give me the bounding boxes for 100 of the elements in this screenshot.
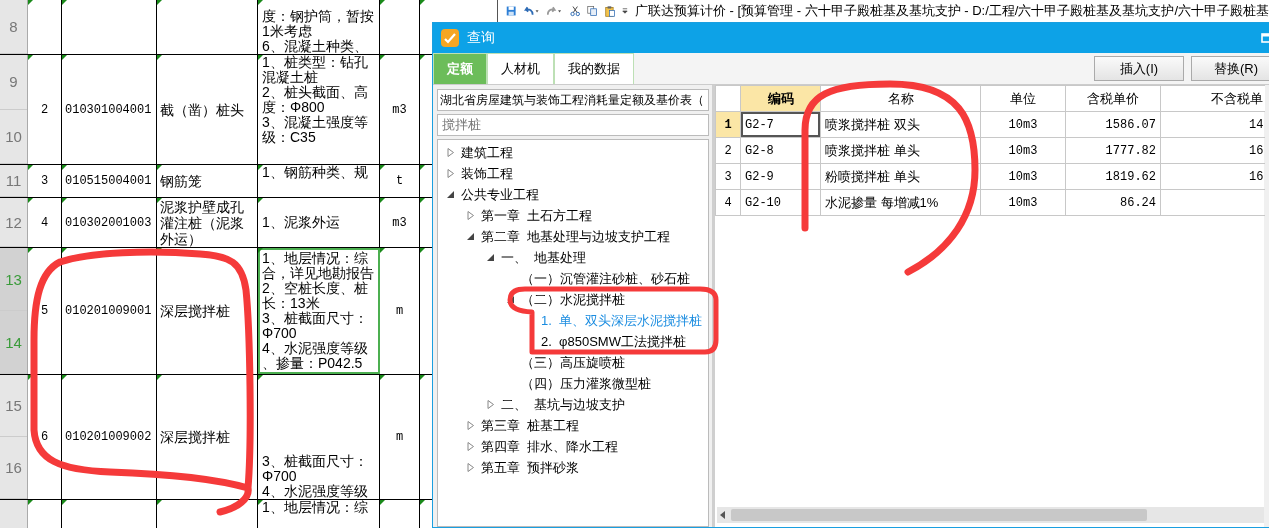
sequence-number: 6 <box>28 375 62 499</box>
tree-item[interactable]: 一、 地基处理 <box>499 248 589 267</box>
sequence-number: 5 <box>28 248 62 374</box>
sequence-number: 4 <box>28 198 62 247</box>
tree-item[interactable]: 公共专业工程 <box>459 185 541 204</box>
collapsed-arrow-icon[interactable] <box>466 421 475 430</box>
description-item: 4、水泥强度等级 <box>262 484 369 499</box>
tree-item[interactable]: 装饰工程 <box>459 164 515 183</box>
quota-name: 喷浆搅拌桩 单头 <box>820 137 981 164</box>
tree-item[interactable]: （三）高压旋喷桩 <box>519 353 627 372</box>
collapsed-arrow-icon[interactable] <box>466 442 475 451</box>
quota-name: 喷浆搅拌桩 双头 <box>820 111 981 138</box>
row-header[interactable] <box>0 500 28 528</box>
description-item: 1、地层情况：综合，详见地勘报告 <box>262 251 375 281</box>
quota-code: G2-9 <box>740 163 821 190</box>
price-without-tax: 14 <box>1249 117 1264 132</box>
description-item: 3、混凝土强度等级：C35 <box>262 115 369 145</box>
undo-icon <box>523 4 540 18</box>
scrollbar-thumb[interactable] <box>731 509 1147 521</box>
unit: 10m3 <box>980 189 1066 216</box>
item-code: 010201009002 <box>62 375 157 499</box>
description-item: 6、混凝土种类、 <box>262 39 369 54</box>
unit: t <box>380 165 420 197</box>
save-icon <box>506 4 517 18</box>
price-without-tax: 16 <box>1249 143 1264 158</box>
quota-name: 粉喷搅拌桩 单头 <box>820 163 981 190</box>
description-item: 1、桩类型：钻孔混凝土桩 <box>262 55 369 85</box>
unit: 10m3 <box>980 137 1066 164</box>
sequence-number: 3 <box>28 165 62 197</box>
row-header[interactable]: 8 <box>0 0 28 54</box>
replace-button[interactable]: 替换(R) <box>1191 56 1269 81</box>
row-header[interactable]: 9 10 <box>0 55 28 164</box>
row-header[interactable]: 12 <box>0 198 28 247</box>
quota-name: 水泥掺量 每增减1% <box>820 189 981 216</box>
row-number[interactable]: 1 <box>715 111 741 138</box>
paste-icon <box>604 3 615 19</box>
column-header[interactable]: 含税单价 <box>1065 85 1161 112</box>
tab[interactable]: 人材机 <box>487 53 554 84</box>
unit: m3 <box>380 198 420 247</box>
app-title: 广联达预算计价 - [预算管理 - 六十甲子殿桩基及基坑支护 - D:/工程/六十甲子殿桩基及基坑支护/六十甲子殿桩基 <box>634 2 1269 20</box>
tree-item[interactable]: （一）沉管灌注砂桩、砂石桩 <box>519 269 692 288</box>
tree-item[interactable]: 第二章 地基处理与边坡支护工程 <box>479 227 673 246</box>
dialog-title: 查询 <box>467 29 495 47</box>
insert-button[interactable]: 插入(I) <box>1094 56 1184 81</box>
tab[interactable]: 我的数据 <box>554 53 634 84</box>
description-item: 1、钢筋种类、规 <box>262 165 369 180</box>
description-item: 2、空桩长度、桩长：13米 <box>262 281 368 311</box>
item-name: 泥浆护壁成孔灌注桩（泥浆外运） <box>157 198 258 247</box>
item-name: 深层搅拌桩 <box>157 248 258 374</box>
price-without-tax: 16 <box>1249 169 1264 184</box>
description-item: 2、桩头截面、高度：Φ800 <box>262 85 369 115</box>
app-logo-icon <box>441 29 459 47</box>
quota-code: G2-10 <box>740 189 821 216</box>
item-code: 010515004001 <box>62 165 157 197</box>
unit: 10m3 <box>980 111 1066 138</box>
description-item: 3、桩截面尺寸：Φ700 <box>262 454 369 484</box>
expanded-arrow-icon[interactable] <box>446 190 455 199</box>
tree-item[interactable]: 1. 单、双头深层水泥搅拌桩 <box>539 311 705 330</box>
library-dropdown[interactable]: 湖北省房屋建筑与装饰工程消耗量定额及基价表（ <box>437 89 709 111</box>
expanded-arrow-icon[interactable] <box>486 253 495 262</box>
column-header[interactable]: 编码 <box>740 85 821 112</box>
unit: m3 <box>380 55 420 164</box>
row-number[interactable]: 3 <box>715 163 741 190</box>
sequence-number: 2 <box>28 55 62 164</box>
description-item: 3、桩截面尺寸：Φ700 <box>262 311 369 341</box>
item-code: 010201009001 <box>62 248 157 374</box>
dropdown-icon <box>622 6 628 16</box>
description-item: 4、水泥强度等级、掺量：P042.5 <box>262 341 369 371</box>
quota-code: G2-7 <box>740 111 821 138</box>
tree-item[interactable]: （二）水泥搅拌桩 <box>519 290 627 309</box>
collapsed-arrow-icon[interactable] <box>446 169 455 178</box>
description-item: 1、泥浆外运 <box>262 215 341 230</box>
column-header[interactable]: 单位 <box>980 85 1066 112</box>
price-with-tax: 1586.07 <box>1065 111 1161 138</box>
unit: m <box>380 248 420 374</box>
tree-item[interactable]: 2. φ850SMW工法搅拌桩 <box>539 332 688 351</box>
row-header[interactable]: 15 16 <box>0 375 28 499</box>
tree-item[interactable]: 第五章 预拌砂浆 <box>479 458 582 477</box>
row-header[interactable]: 11 <box>0 165 28 197</box>
redo-icon <box>546 4 563 18</box>
collapsed-arrow-icon[interactable] <box>466 463 475 472</box>
row-number[interactable]: 2 <box>715 137 741 164</box>
item-name: 截（凿）桩头 <box>157 55 258 164</box>
collapsed-arrow-icon[interactable] <box>486 400 495 409</box>
description-item: 1、地层情况：综 <box>262 500 369 515</box>
copy-icon <box>587 4 598 18</box>
search-field[interactable]: 搅拌桩 <box>437 114 709 136</box>
scissors-icon <box>569 4 581 18</box>
tree-item[interactable]: 二、 基坑与边坡支护 <box>499 395 628 414</box>
tree-item[interactable]: 第三章 桩基工程 <box>479 416 582 435</box>
tree-item[interactable]: 建筑工程 <box>459 143 515 162</box>
expanded-arrow-icon[interactable] <box>466 232 475 241</box>
collapsed-arrow-icon[interactable] <box>446 148 455 157</box>
row-number[interactable]: 4 <box>715 189 741 216</box>
tree-item[interactable]: 第四章 排水、降水工程 <box>479 437 621 456</box>
collapsed-arrow-icon[interactable] <box>466 211 475 220</box>
price-with-tax: 86.24 <box>1065 189 1161 216</box>
column-header[interactable]: 不含税单 <box>1160 85 1265 112</box>
tree-item[interactable]: 第一章 土石方工程 <box>479 206 595 225</box>
tree-item[interactable]: （四）压力灌浆微型桩 <box>519 374 653 393</box>
